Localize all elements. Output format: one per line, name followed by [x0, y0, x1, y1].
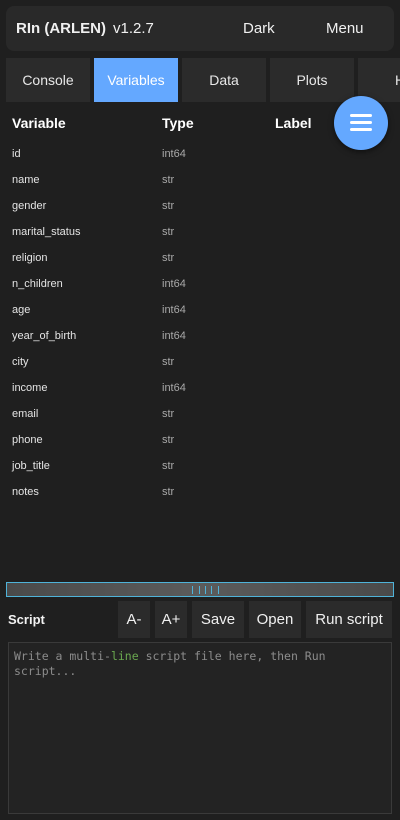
column-header-variable: Variable	[12, 115, 66, 131]
variable-name: age	[12, 304, 31, 316]
variable-row[interactable]: income int64	[0, 376, 400, 402]
save-button[interactable]: Save	[192, 601, 244, 638]
variable-row[interactable]: year_of_birth int64	[0, 324, 400, 350]
variable-name: city	[12, 356, 29, 368]
variable-name: year_of_birth	[12, 330, 77, 342]
font-decrease-button[interactable]: A-	[118, 601, 150, 638]
variable-row[interactable]: notes str	[0, 480, 400, 506]
variable-row[interactable]: id int64	[0, 142, 400, 168]
variable-type: int64	[162, 330, 186, 342]
variable-row[interactable]: age int64	[0, 298, 400, 324]
variable-name: marital_status	[12, 226, 81, 238]
variable-type: int64	[162, 304, 186, 316]
tab-variables[interactable]: Variables	[94, 58, 178, 102]
variables-table-header: Variable Type Label	[0, 112, 400, 134]
variable-type: int64	[162, 148, 186, 160]
variable-name: phone	[12, 434, 43, 446]
variable-type: str	[162, 226, 175, 238]
variable-name: job_title	[12, 460, 50, 472]
font-increase-button[interactable]: A+	[155, 601, 187, 638]
variable-row[interactable]: email str	[0, 402, 400, 428]
variable-name: gender	[12, 200, 47, 212]
variable-name: id	[12, 148, 21, 160]
script-section-label: Script	[8, 612, 45, 627]
variable-name: religion	[12, 252, 48, 264]
variable-type: int64	[162, 382, 186, 394]
variable-row[interactable]: job_title str	[0, 454, 400, 480]
variable-row[interactable]: marital_status str	[0, 220, 400, 246]
variable-type: str	[162, 356, 175, 368]
splitter-grip-icon	[191, 586, 221, 594]
variable-row[interactable]: gender str	[0, 194, 400, 220]
variable-type: int64	[162, 278, 186, 290]
variable-type: str	[162, 486, 175, 498]
variable-row[interactable]: phone str	[0, 428, 400, 454]
tab-plots[interactable]: Plots	[270, 58, 354, 102]
run-script-button[interactable]: Run script	[306, 601, 392, 638]
open-button[interactable]: Open	[249, 601, 301, 638]
menu-button[interactable]: Menu	[326, 20, 364, 37]
variable-type: str	[162, 174, 175, 186]
column-header-type: Type	[162, 115, 194, 131]
variable-type: str	[162, 408, 175, 420]
theme-toggle-button[interactable]: Dark	[243, 20, 275, 37]
panel-splitter[interactable]	[6, 582, 394, 597]
variable-type: str	[162, 434, 175, 446]
variable-type: str	[162, 252, 175, 264]
variable-name: income	[12, 382, 48, 394]
column-header-label: Label	[275, 115, 312, 131]
tab-console[interactable]: Console	[6, 58, 90, 102]
variable-type: str	[162, 460, 175, 472]
variable-row[interactable]: n_children int64	[0, 272, 400, 298]
variable-name: n_children	[12, 278, 63, 290]
variable-row[interactable]: city str	[0, 350, 400, 376]
app-title: RIn (ARLEN)	[16, 20, 106, 37]
script-editor[interactable]: Write a multi-line script file here, the…	[8, 642, 392, 814]
app-version: v1.2.7	[113, 20, 154, 37]
variable-row[interactable]: name str	[0, 168, 400, 194]
variable-name: email	[12, 408, 39, 420]
variable-row[interactable]: religion str	[0, 246, 400, 272]
tab-bar: Console Variables Data Plots H	[6, 58, 400, 102]
tab-data[interactable]: Data	[182, 58, 266, 102]
variable-type: str	[162, 200, 175, 212]
variable-name: notes	[12, 486, 39, 498]
editor-placeholder: Write a multi-line script file here, the…	[14, 649, 326, 678]
variable-name: name	[12, 174, 40, 186]
variables-table-body: id int64 name str gender str marital_status str…	[0, 142, 400, 506]
app-header: RIn (ARLEN) v1.2.7 Dark Menu	[6, 6, 394, 51]
